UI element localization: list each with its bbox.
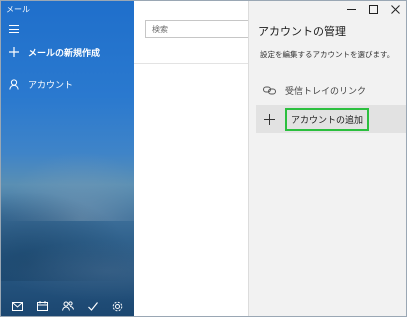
add-account-item[interactable]: アカウントの追加	[256, 105, 406, 133]
divider	[134, 63, 248, 64]
new-mail-label: メールの新規作成	[28, 48, 101, 59]
settings-icon[interactable]	[111, 299, 125, 313]
message-list-pane: 検索	[134, 1, 255, 316]
people-icon[interactable]	[61, 299, 75, 313]
accounts-label: アカウント	[28, 80, 74, 91]
new-mail-button[interactable]: メールの新規作成	[1, 42, 134, 62]
person-icon	[7, 78, 21, 90]
flyout-title: アカウントの管理	[258, 25, 346, 38]
plus-icon	[7, 47, 21, 57]
todo-icon[interactable]	[86, 299, 100, 313]
close-icon[interactable]	[384, 1, 406, 17]
minimize-icon[interactable]	[340, 1, 362, 17]
plus-icon	[262, 113, 276, 125]
link-inboxes-label: 受信トレイのリンク	[285, 86, 367, 97]
add-account-label: アカウントの追加	[285, 107, 370, 131]
mail-window: メール メールの新規作成 アカウント 検索 アカウントの管理 設定を編集するアカ…	[0, 0, 407, 317]
navigation-pane: メール メールの新規作成 アカウント	[1, 1, 134, 316]
accounts-button[interactable]: アカウント	[1, 74, 134, 94]
maximize-icon[interactable]	[362, 1, 384, 17]
manage-accounts-flyout: アカウントの管理 設定を編集するアカウントを選びます。 受信トレイのリンク アカ…	[248, 1, 406, 316]
app-title: メール	[6, 5, 30, 14]
window-controls	[340, 1, 406, 17]
mail-icon[interactable]	[11, 299, 25, 313]
link-icon	[262, 86, 276, 95]
hamburger-menu-icon[interactable]	[9, 25, 19, 33]
bottom-app-bar	[1, 294, 134, 316]
calendar-icon[interactable]	[36, 299, 50, 313]
link-inboxes-item[interactable]: 受信トレイのリンク	[256, 76, 406, 104]
flyout-subtitle: 設定を編集するアカウントを選びます。	[260, 50, 395, 59]
search-input[interactable]: 検索	[145, 20, 255, 38]
